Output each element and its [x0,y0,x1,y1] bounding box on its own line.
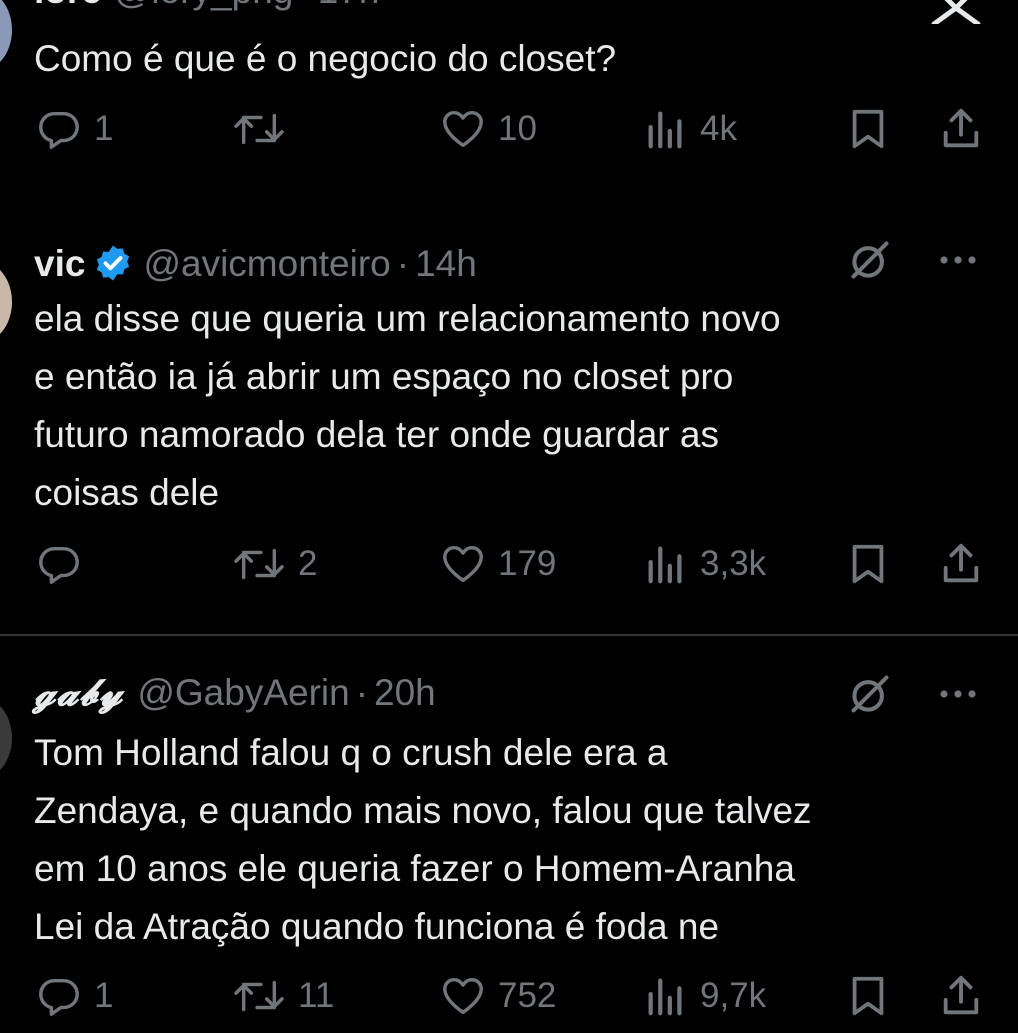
views-button[interactable]: 9,7k [644,973,766,1019]
x-icon[interactable] [926,0,988,24]
reply-icon [39,546,79,584]
reply-icon [39,111,79,149]
separator: · [299,0,311,12]
tweet-header: 𝓰𝓪𝓫𝔂 @GabyAerin · 20h [34,670,436,715]
reply-count: 1 [94,109,114,148]
tweet-text: Tom Holland falou q o crush dele era a Z… [34,732,812,947]
bookmark-icon [852,544,884,584]
reply-button[interactable]: 1 [36,106,113,152]
avatar[interactable] [0,698,12,778]
views-button[interactable]: 4k [644,106,737,152]
verified-badge-icon [97,245,130,281]
retweet-icon [234,980,284,1012]
reply-count: 1 [94,976,114,1015]
views-icon [648,111,682,149]
avatar[interactable] [0,0,12,70]
tweet-text: Como é que é o negocio do closet? [34,38,617,79]
display-name[interactable]: 𝓰𝓪𝓫𝔂 [34,670,123,715]
bookmark-icon [852,109,884,149]
tweet-header-actions [848,238,978,282]
views-count: 9,7k [700,976,767,1015]
more-icon[interactable] [938,254,978,266]
timestamp[interactable]: 20h [374,672,436,714]
handle[interactable]: @GabyAerin [137,672,349,714]
views-icon [648,546,682,584]
tweet-actions: 1 11 752 9,7k [0,973,1018,1033]
share-icon [943,975,979,1015]
more-icon[interactable] [938,688,978,700]
heart-icon [443,545,483,583]
tweet-actions: 1 10 4k [0,106,1018,166]
tweet-divider [0,634,1018,636]
reply-button[interactable] [36,541,94,587]
like-count: 10 [498,109,537,148]
reply-icon [39,978,79,1016]
timestamp[interactable]: 14h [415,243,477,285]
bookmark-button[interactable] [846,106,890,152]
views-button[interactable]: 3,3k [644,541,766,587]
tweet-header: lore @lory_png · 17h [34,0,379,12]
bookmark-button[interactable] [846,541,890,587]
grok-icon[interactable] [848,672,892,716]
grok-icon[interactable] [848,238,892,282]
separator: · [355,672,369,713]
retweet-button[interactable]: 11 [232,973,334,1019]
retweet-button[interactable] [232,106,298,152]
views-count: 4k [700,109,737,148]
timestamp[interactable]: 17h [318,0,380,12]
heart-icon [443,110,483,148]
heart-icon [443,977,483,1015]
display-name[interactable]: lore [34,0,102,12]
retweet-icon [234,113,284,145]
views-icon [648,978,682,1016]
tweet-header-actions [848,672,978,716]
avatar[interactable] [0,262,12,342]
like-count: 752 [498,976,557,1015]
share-icon [943,543,979,583]
separator: · [396,243,410,284]
tweet-actions: 2 179 3,3k [0,541,1018,601]
retweet-button[interactable]: 2 [232,541,317,587]
share-button[interactable] [938,973,984,1019]
tweet-text: ela disse que queria um relacionamento n… [34,298,781,513]
handle[interactable]: @lory_png [114,0,294,12]
like-count: 179 [498,544,557,583]
reply-button[interactable]: 1 [36,973,113,1019]
views-count: 3,3k [700,544,767,583]
retweet-count: 2 [298,544,318,583]
like-button[interactable]: 752 [440,973,556,1019]
tweet-header: vic @avicmonteiro · 14h [34,236,477,285]
share-icon [943,108,979,148]
like-button[interactable]: 179 [440,541,556,587]
display-name[interactable]: vic [34,243,85,285]
handle[interactable]: @avicmonteiro [143,243,390,285]
bookmark-button[interactable] [846,973,890,1019]
retweet-icon [234,548,284,580]
share-button[interactable] [938,106,984,152]
share-button[interactable] [938,541,984,587]
bookmark-icon [852,976,884,1016]
like-button[interactable]: 10 [440,106,537,152]
retweet-count: 11 [298,976,335,1015]
